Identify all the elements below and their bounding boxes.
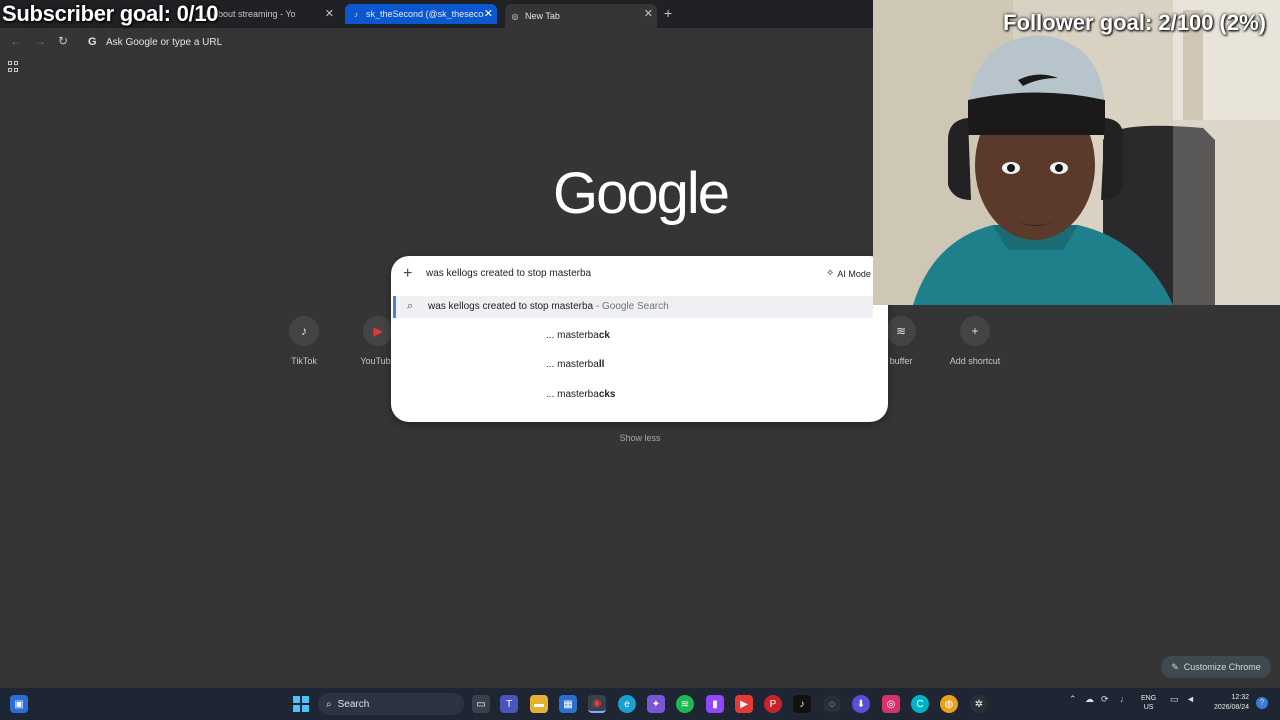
microphone-icon[interactable]: ♩ [1120, 694, 1129, 704]
suggestion-completion: ll [598, 359, 605, 370]
new-tab-button[interactable]: + [664, 5, 672, 21]
app-icon[interactable]: ⬇ [852, 695, 870, 713]
google-g-icon: G [88, 36, 97, 48]
system-clock[interactable]: 12:32 2026/08/24 [1204, 693, 1249, 713]
ai-mode-button[interactable]: ✧ AI Mode [826, 268, 871, 279]
back-arrow-icon[interactable]: ← [10, 34, 22, 48]
taskbar: ▣ ⌕ Search ▭ T ▬ ▦ ◉ e ✦ ≋ ▮ ▶ P ♪ ◌ ⬇ ◎… [0, 688, 1280, 720]
settings-icon[interactable]: ✲ [970, 695, 988, 713]
apps-grid-icon[interactable] [8, 61, 19, 72]
obs-icon[interactable]: ◌ [823, 695, 841, 713]
file-explorer-icon[interactable]: ▬ [530, 695, 548, 713]
suggestion-completion: cks [598, 389, 616, 400]
task-view-icon[interactable]: ▭ [472, 695, 490, 713]
suggestion-prefix: ... masterba [546, 359, 599, 370]
speaker-icon[interactable]: ◄ [1186, 694, 1195, 704]
suggestion-prefix: ... masterba [546, 330, 599, 341]
shortcut-label: TikTok [291, 356, 317, 366]
twitch-icon[interactable]: ▮ [706, 695, 724, 713]
tiktok-icon: ♪ [289, 316, 319, 346]
onedrive-icon[interactable]: ☁ [1085, 694, 1094, 705]
ai-sparkle-icon: ✧ [826, 268, 835, 279]
pencil-icon: ✎ [1171, 661, 1179, 672]
language-code: ENG [1141, 695, 1157, 702]
youtube-icon: ▶ [363, 316, 393, 346]
tab-title: New Tab [525, 11, 560, 21]
app-icon[interactable]: ◍ [940, 695, 958, 713]
tab-tiktok-profile[interactable]: ♪ sk_theSecond (@sk_thesecond) ✕ [345, 4, 497, 24]
suggestion-item[interactable]: ... masterback [546, 330, 610, 341]
ai-mode-label: AI Mode [837, 268, 871, 279]
suggestion-item[interactable]: ... masterbacks [546, 389, 616, 400]
customize-chrome-button[interactable]: ✎ Customize Chrome [1161, 656, 1271, 678]
suggestion-suffix: - Google Search [593, 301, 669, 312]
plus-icon[interactable]: + [403, 265, 412, 283]
close-icon[interactable]: ✕ [644, 7, 653, 20]
streamer-video [873, 0, 1280, 305]
search-query[interactable]: was kellogs created to stop masterba [426, 268, 591, 279]
google-logo: Google [552, 161, 730, 226]
subscriber-goal: Subscriber goal: 0/10 [2, 1, 219, 26]
search-input[interactable]: + was kellogs created to stop masterba ✧… [391, 256, 888, 292]
omnibox[interactable]: G Ask Google or type a URL [80, 31, 870, 53]
suggestion-google-search[interactable]: ⌕ was kellogs created to stop masterba -… [393, 296, 873, 318]
show-less-link[interactable]: Show less [600, 433, 680, 443]
app-icon[interactable]: ✦ [647, 695, 665, 713]
webcam-feed [873, 0, 1280, 305]
spotify-icon[interactable]: ≋ [676, 695, 694, 713]
teams-icon[interactable]: T [500, 695, 518, 713]
instagram-icon[interactable]: ◎ [882, 695, 900, 713]
suggestion-prefix: ... masterba [546, 389, 599, 400]
shortcut-tiktok[interactable]: ♪ TikTok [276, 316, 332, 366]
chrome-icon: ◎ [511, 11, 519, 21]
search-icon: ⌕ [407, 300, 414, 312]
tiktok-icon[interactable]: ♪ [793, 695, 811, 713]
monitor-icon[interactable]: ▭ [1170, 694, 1179, 705]
taskbar-search[interactable]: ⌕ Search [318, 693, 464, 715]
store-icon[interactable]: ▦ [559, 695, 577, 713]
language-indicator[interactable]: ENG US [1141, 694, 1156, 712]
windows-start-icon[interactable] [292, 695, 310, 713]
screen: ♪ ...a about streaming - Yo ✕ ♪ sk_theSe… [0, 0, 1280, 720]
desktop-icon[interactable]: ▣ [10, 695, 28, 713]
shortcut-label: Add shortcut [949, 356, 1001, 366]
chevron-up-icon[interactable]: ⌃ [1069, 694, 1077, 705]
edge-icon[interactable]: e [618, 695, 636, 713]
buffer-icon: ≋ [886, 316, 916, 346]
pinterest-icon[interactable]: P [764, 695, 782, 713]
chrome-icon[interactable]: ◉ [588, 695, 606, 713]
sync-icon[interactable]: ⟳ [1101, 694, 1109, 705]
plus-icon: + [960, 316, 990, 346]
suggestion-completion: ck [598, 330, 610, 341]
clock-time: 12:32 [1231, 694, 1249, 701]
search-icon: ⌕ [326, 698, 332, 710]
youtube-icon[interactable]: ▶ [735, 695, 753, 713]
customize-label: Customize Chrome [1183, 662, 1261, 672]
help-icon[interactable]: ? [1256, 697, 1268, 709]
follower-goal: Follower goal: 2/100 (2%) [1003, 10, 1266, 35]
suggestion-item[interactable]: ... masterball [546, 359, 604, 370]
shortcut-add[interactable]: + Add shortcut [947, 316, 1003, 366]
close-icon[interactable]: ✕ [325, 7, 334, 20]
tab-new-tab[interactable]: ◎ New Tab ✕ [505, 4, 657, 28]
suggestion-text: was kellogs created to stop masterba [428, 301, 594, 312]
omnibox-placeholder: Ask Google or type a URL [106, 36, 223, 48]
toolbar: ← → ↻ G Ask Google or type a URL [0, 28, 873, 56]
clock-date: 2026/08/24 [1213, 704, 1249, 711]
forward-arrow-icon[interactable]: → [34, 34, 46, 48]
region-code: US [1143, 704, 1154, 711]
taskbar-search-label: Search [337, 698, 370, 710]
canva-icon[interactable]: C [911, 695, 929, 713]
tab-title: sk_theSecond (@sk_thesecond) [366, 9, 484, 19]
close-icon[interactable]: ✕ [484, 7, 493, 20]
reload-icon[interactable]: ↻ [58, 34, 68, 48]
tiktok-icon: ♪ [354, 9, 358, 19]
search-dropdown: + was kellogs created to stop masterba ✧… [391, 256, 888, 422]
